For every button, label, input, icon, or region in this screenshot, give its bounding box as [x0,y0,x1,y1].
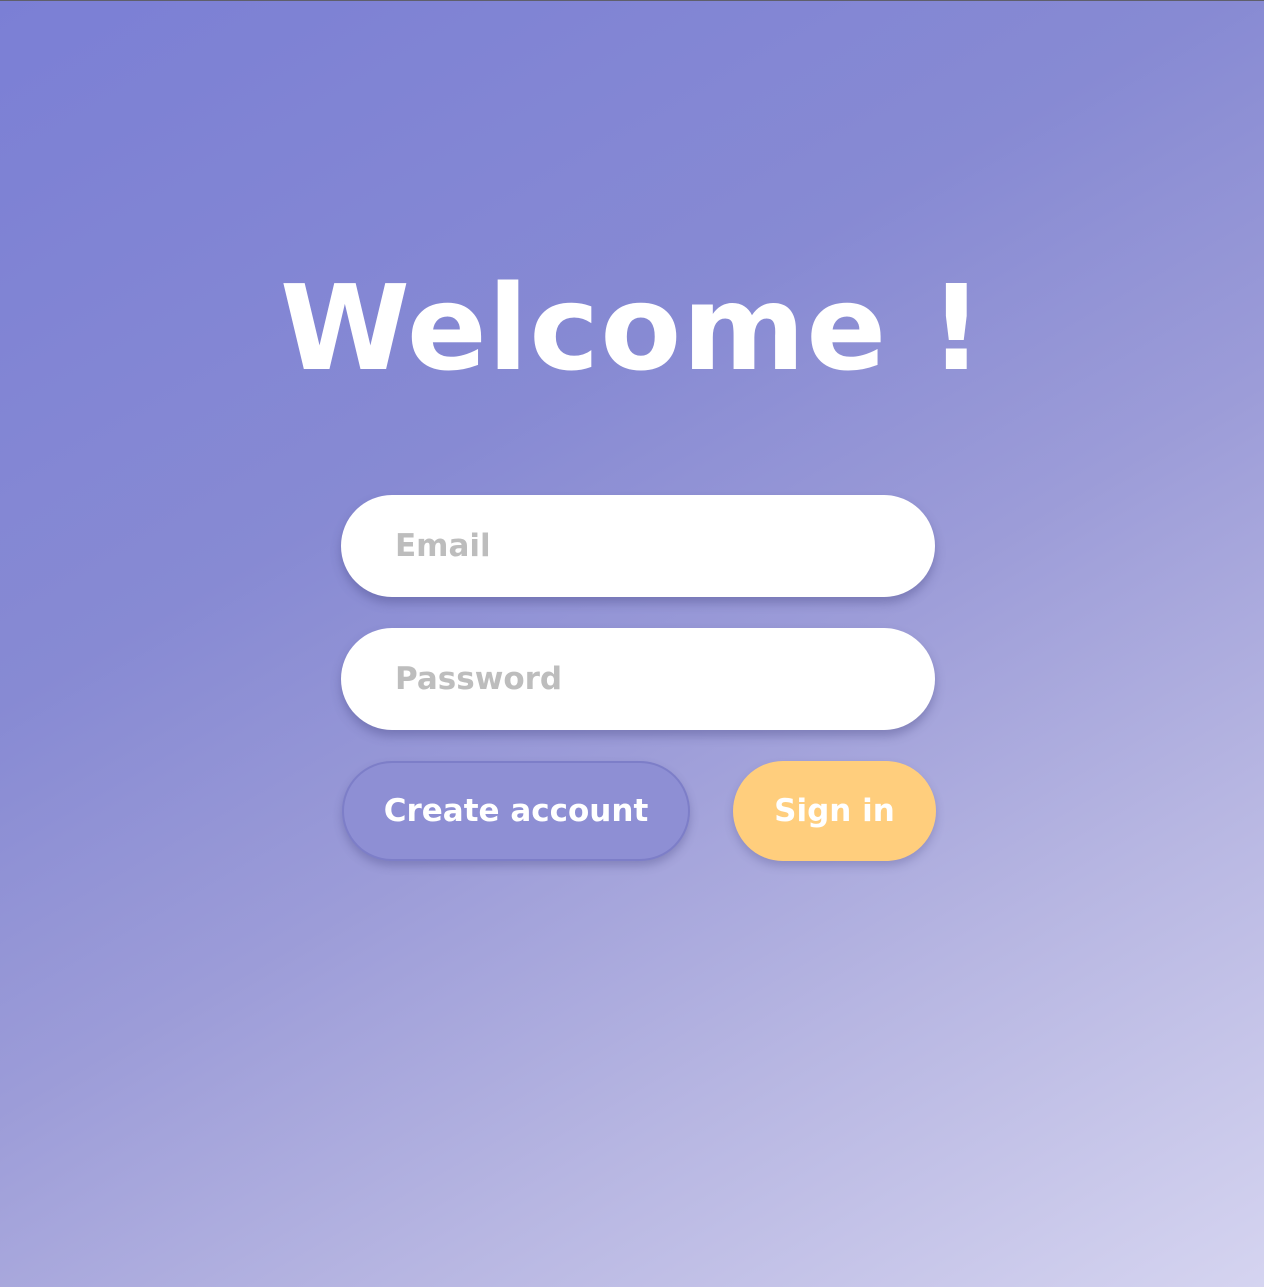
create-account-button[interactable]: Create account [342,761,690,861]
email-input[interactable] [341,495,935,597]
password-input[interactable] [341,628,935,730]
top-border [0,0,1264,1]
welcome-title: Welcome ! [279,259,985,397]
sign-in-button[interactable]: Sign in [733,761,936,861]
sign-in-label: Sign in [774,793,895,829]
create-account-label: Create account [383,793,649,829]
